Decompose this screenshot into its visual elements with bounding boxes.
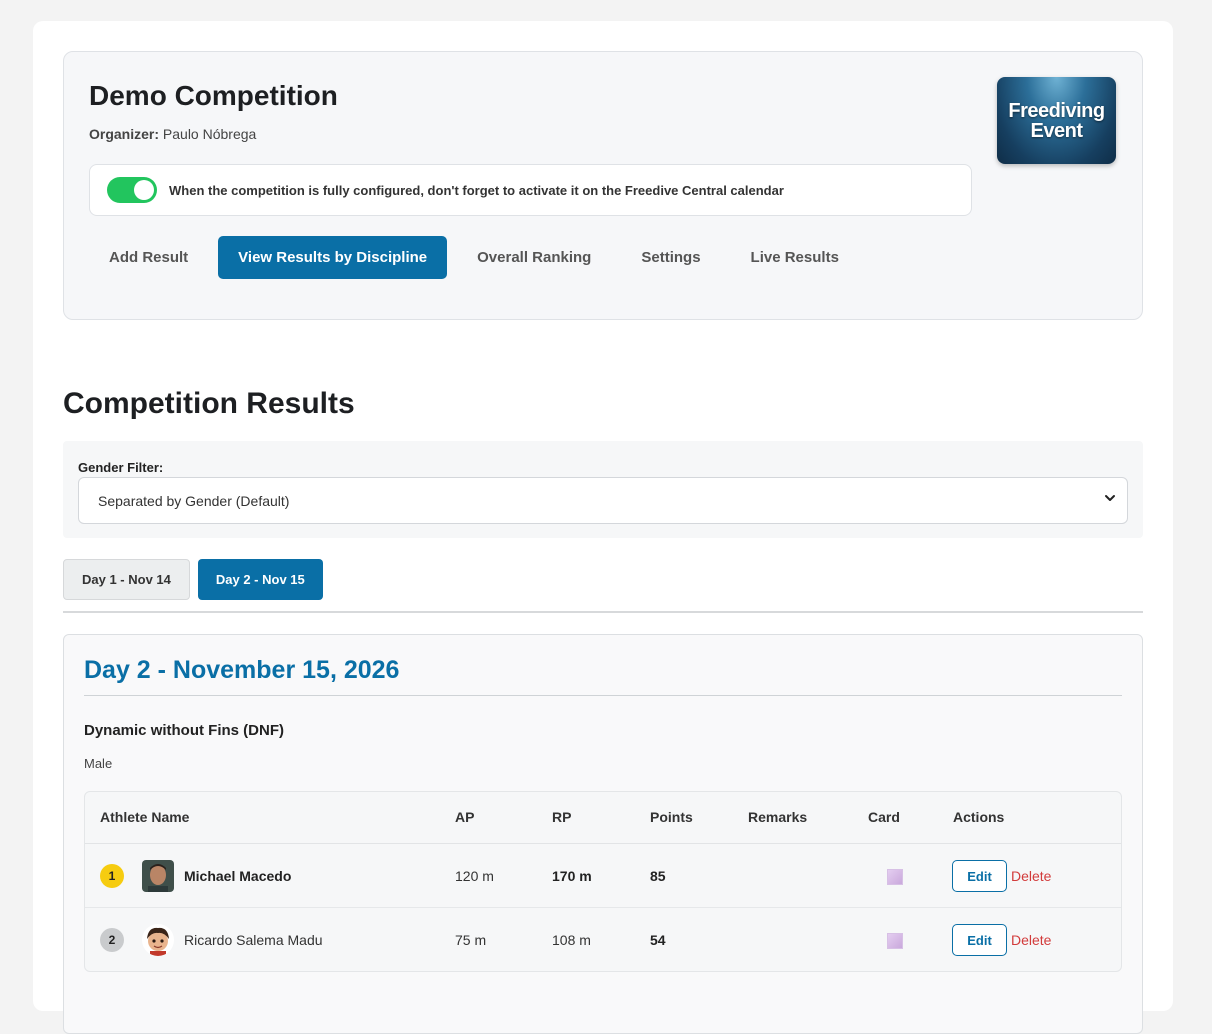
main-page: Demo Competition Organizer: Paulo Nóbreg…	[33, 21, 1173, 1034]
logo-text-line2: Event	[1030, 119, 1083, 142]
tab-settings[interactable]: Settings	[621, 236, 720, 279]
athlete-photo-icon	[142, 860, 174, 892]
points-value: 54	[650, 932, 666, 948]
card-indicator	[887, 869, 903, 885]
header-rp: RP	[552, 809, 572, 825]
gender-filter-value: Separated by Gender (Default)	[98, 492, 290, 509]
ap-value: 120 m	[455, 868, 494, 884]
athlete-avatar	[142, 860, 174, 892]
tab-view-results-by-discipline[interactable]: View Results by Discipline	[218, 236, 448, 279]
rp-value: 170 m	[552, 868, 592, 884]
tab-day-2[interactable]: Day 2 - Nov 15	[197, 559, 323, 600]
gender-filter-box: Gender Filter: Separated by Gender (Defa…	[63, 441, 1143, 538]
organizer-line: Organizer: Paulo Nóbrega	[89, 126, 256, 142]
organizer-label: Organizer:	[89, 126, 160, 142]
tab-live-results[interactable]: Live Results	[731, 236, 859, 279]
athlete-avatar	[142, 924, 174, 956]
day-results-card: Day 2 - November 15, 2026 Dynamic withou…	[63, 634, 1143, 1034]
tab-overall-ranking[interactable]: Overall Ranking	[457, 236, 611, 279]
day-tabs-divider	[63, 611, 1143, 613]
event-logo: Freediving Event	[997, 77, 1116, 164]
athlete-name: Michael Macedo	[184, 868, 292, 884]
points-value: 85	[650, 868, 666, 884]
header-remarks: Remarks	[748, 809, 808, 825]
chevron-down-icon	[1105, 495, 1115, 501]
delete-link[interactable]: Delete	[1011, 932, 1051, 948]
competition-header-card: Demo Competition Organizer: Paulo Nóbreg…	[63, 51, 1143, 320]
day-title-divider	[84, 695, 1122, 696]
gender-group-label: Male	[84, 756, 113, 771]
athlete-name: Ricardo Salema Madu	[184, 932, 323, 948]
discipline-title: Dynamic without Fins (DNF)	[84, 722, 284, 739]
tab-add-result[interactable]: Add Result	[89, 236, 208, 279]
table-row: 1 Michael Macedo 120 m 170 m 85 Edit Del…	[85, 844, 1121, 908]
organizer-name: Paulo Nóbrega	[162, 126, 257, 142]
header-actions: Actions	[953, 809, 1005, 825]
calendar-activation-toggle[interactable]	[107, 177, 157, 203]
gender-filter-select[interactable]: Separated by Gender (Default)	[78, 477, 1128, 524]
activation-notice: When the competition is fully configured…	[89, 164, 972, 216]
day-tabs: Day 1 - Nov 14 Day 2 - Nov 15	[63, 559, 331, 600]
tab-day-1[interactable]: Day 1 - Nov 14	[63, 559, 190, 600]
day-title: Day 2 - November 15, 2026	[84, 656, 400, 684]
competition-title: Demo Competition	[89, 80, 338, 111]
results-table: Athlete Name AP RP Points Remarks Card A…	[84, 791, 1122, 972]
toggle-knob	[134, 180, 154, 200]
header-card: Card	[868, 809, 900, 825]
rp-value: 108 m	[552, 932, 591, 948]
card-indicator	[887, 933, 903, 949]
edit-button[interactable]: Edit	[952, 924, 1007, 956]
header-ap: AP	[455, 809, 475, 825]
edit-button[interactable]: Edit	[952, 860, 1007, 892]
logo-text-line1: Freediving	[1008, 99, 1105, 122]
rank-badge: 1	[100, 864, 124, 888]
table-row: 2 Ricardo Salema Madu 75 m 108 m 54 Edit…	[85, 908, 1121, 971]
competition-tabs: Add Result View Results by Discipline Ov…	[89, 236, 869, 279]
rank-badge: 2	[100, 928, 124, 952]
ap-value: 75 m	[455, 932, 487, 948]
activation-notice-text: When the competition is fully configured…	[169, 182, 784, 198]
delete-link[interactable]: Delete	[1011, 868, 1051, 884]
results-section-title: Competition Results	[63, 387, 355, 420]
cartoon-avatar-icon	[142, 924, 174, 956]
header-athlete-name: Athlete Name	[100, 809, 190, 825]
table-header: Athlete Name AP RP Points Remarks Card A…	[85, 792, 1121, 844]
header-points: Points	[650, 809, 693, 825]
gender-filter-label: Gender Filter:	[78, 460, 164, 475]
